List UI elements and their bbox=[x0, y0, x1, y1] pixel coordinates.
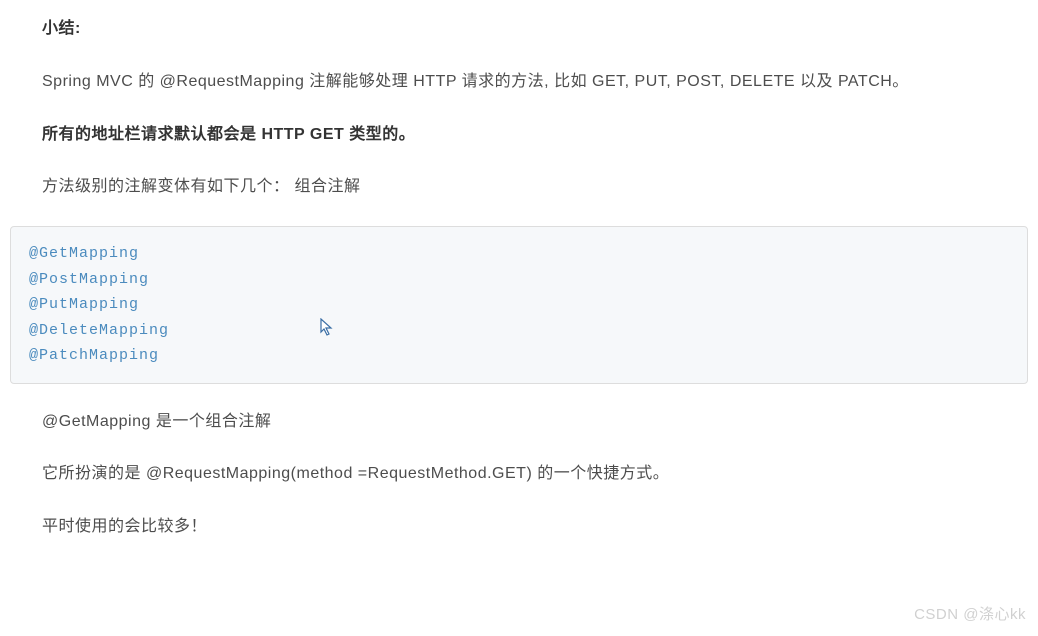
code-line: @GetMapping bbox=[29, 241, 1009, 267]
code-block: @GetMapping @PostMapping @PutMapping @De… bbox=[10, 226, 1028, 384]
code-line: @PatchMapping bbox=[29, 343, 1009, 369]
paragraph: Spring MVC 的 @RequestMapping 注解能够处理 HTTP… bbox=[10, 68, 1028, 97]
code-line: @PutMapping bbox=[29, 292, 1009, 318]
paragraph: 它所扮演的是 @RequestMapping(method =RequestMe… bbox=[10, 460, 1028, 489]
section-heading: 小结: bbox=[10, 15, 1028, 44]
code-line: @DeleteMapping bbox=[29, 318, 1009, 344]
paragraph: 平时使用的会比较多！ bbox=[10, 513, 1028, 542]
code-line: @PostMapping bbox=[29, 267, 1009, 293]
paragraph: @GetMapping 是一个组合注解 bbox=[10, 408, 1028, 437]
watermark: CSDN @涤心kk bbox=[914, 601, 1026, 628]
paragraph: 方法级别的注解变体有如下几个： 组合注解 bbox=[10, 173, 1028, 202]
article-content: 小结: Spring MVC 的 @RequestMapping 注解能够处理 … bbox=[0, 0, 1038, 576]
paragraph-bold: 所有的地址栏请求默认都会是 HTTP GET 类型的。 bbox=[10, 121, 1028, 150]
